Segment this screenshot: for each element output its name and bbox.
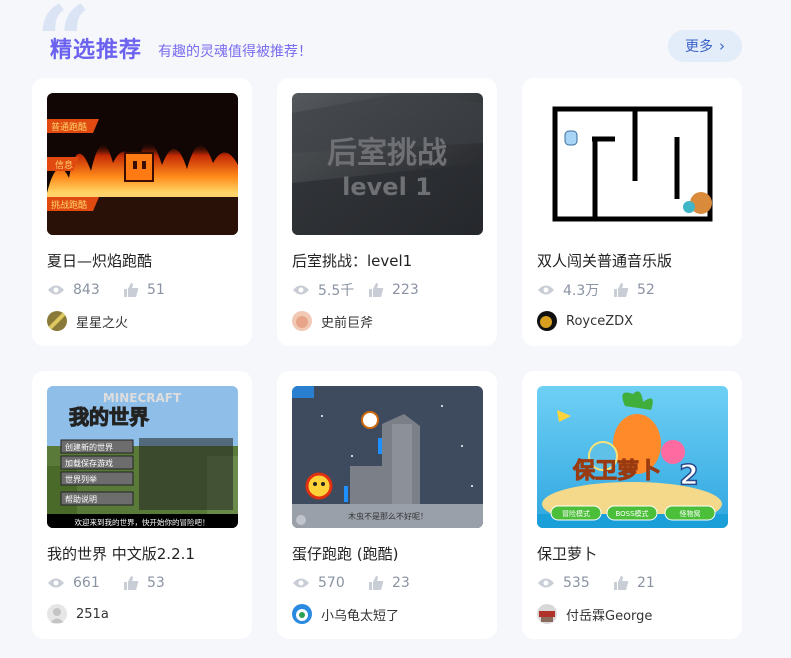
project-title[interactable]: 夏日—炽焰跑酷 [47, 250, 242, 271]
thumb-label: BOSS模式 [615, 509, 648, 518]
project-stats: 4.3万 52 [537, 280, 655, 300]
author-name[interactable]: RoyceZDX [566, 314, 633, 329]
project-title[interactable]: 双人闯关普通音乐版 [537, 250, 732, 271]
thumbs-up-icon [124, 576, 139, 590]
likes-count: 51 [147, 282, 165, 298]
more-button-label: 更多 [685, 39, 713, 55]
author-name[interactable]: 史前巨斧 [321, 312, 373, 331]
thumbs-up-icon [614, 283, 629, 297]
project-title[interactable]: 保卫萝卜 [537, 543, 732, 564]
project-card[interactable]: MINECRAFT 我的世界 创建新的世界 加载保存游戏 世界列举 帮助说明 欢… [32, 371, 252, 639]
thumb-label: 信息 [55, 159, 73, 171]
views-count: 5.5千 [318, 283, 355, 299]
likes-count: 52 [637, 282, 655, 298]
likes-count: 21 [637, 575, 655, 591]
project-title[interactable]: 后室挑战：level1 [292, 250, 487, 271]
thumb-label: 欢迎来到我的世界，快开始你的冒险吧！ [75, 517, 210, 527]
section-header: “ 精选推荐 有趣的灵魂值得被推荐！ 更多 › [0, 0, 791, 90]
views-count: 535 [563, 575, 590, 591]
project-thumbnail[interactable]: 保卫萝卜 2 冒险模式 BOSS模式 怪物窝 [537, 386, 728, 528]
author-name[interactable]: 付岳霖George [566, 605, 652, 624]
thumbs-up-icon [614, 576, 629, 590]
project-card[interactable]: 保卫萝卜 2 冒险模式 BOSS模式 怪物窝 保卫萝卜 535 21 付岳霖Ge… [522, 371, 742, 639]
avatar[interactable] [47, 311, 67, 331]
project-card[interactable]: 普通跑酷 信息 挑战跑酷 夏日—炽焰跑酷 843 51 星星之火 [32, 78, 252, 346]
project-thumbnail[interactable] [537, 93, 728, 235]
views-count: 4.3万 [563, 283, 600, 299]
avatar[interactable] [292, 311, 312, 331]
avatar[interactable] [537, 311, 557, 331]
author-name[interactable]: 星星之火 [76, 312, 128, 331]
likes-count: 53 [147, 575, 165, 591]
project-thumbnail[interactable]: 普通跑酷 信息 挑战跑酷 [47, 93, 238, 235]
likes-count: 223 [392, 282, 419, 298]
thumb-label: 挑战跑酷 [51, 199, 87, 211]
project-card[interactable]: 后室挑战 level 1 后室挑战：level1 5.5千 223 史前巨斧 [277, 78, 497, 346]
thumb-label: 2 [679, 458, 698, 491]
section-subtitle: 有趣的灵魂值得被推荐！ [158, 44, 312, 60]
avatar[interactable] [537, 604, 557, 624]
likes-count: 23 [392, 575, 410, 591]
project-title[interactable]: 我的世界 中文版2.2.1 [47, 543, 242, 564]
chevron-right-icon: › [719, 37, 725, 55]
thumb-label: 世界列举 [65, 474, 97, 484]
thumbs-up-icon [369, 576, 384, 590]
project-stats: 5.5千 223 [292, 280, 419, 300]
thumb-label: 我的世界 [69, 405, 149, 429]
thumb-label: level 1 [342, 173, 432, 201]
thumb-label: 创建新的世界 [65, 442, 113, 452]
thumb-label: 后室挑战 [327, 136, 447, 171]
thumb-label: 冒险模式 [562, 509, 590, 518]
project-stats: 661 53 [47, 573, 165, 593]
project-thumbnail[interactable]: 木虫不是那么不好呢！ [292, 386, 483, 528]
project-author[interactable]: 251a [47, 604, 109, 624]
thumbs-up-icon [124, 283, 139, 297]
eye-icon [538, 285, 554, 295]
thumb-label: MINECRAFT [103, 391, 182, 405]
thumb-label: 怪物窝 [680, 509, 701, 518]
project-author[interactable]: 星星之火 [47, 311, 128, 331]
thumb-label: 帮助说明 [65, 494, 97, 504]
project-stats: 843 51 [47, 280, 165, 300]
views-count: 843 [73, 282, 100, 298]
avatar[interactable] [47, 604, 67, 624]
eye-icon [48, 285, 64, 295]
thumbs-up-icon [369, 283, 384, 297]
views-count: 661 [73, 575, 100, 591]
eye-icon [48, 578, 64, 588]
project-author[interactable]: 小乌龟太短了 [292, 604, 399, 624]
thumb-label: 普通跑酷 [51, 121, 87, 133]
section-title: 精选推荐 [50, 38, 143, 63]
project-card[interactable]: 双人闯关普通音乐版 4.3万 52 RoyceZDX [522, 78, 742, 346]
thumb-label: 木虫不是那么不好呢！ [348, 511, 428, 521]
thumb-label: 保卫萝卜 [572, 458, 661, 484]
more-button[interactable]: 更多 › [668, 30, 742, 62]
project-thumbnail[interactable]: 后室挑战 level 1 [292, 93, 483, 235]
project-author[interactable]: RoyceZDX [537, 311, 633, 331]
thumb-label: 加载保存游戏 [65, 458, 113, 468]
eye-icon [538, 578, 554, 588]
project-card[interactable]: 木虫不是那么不好呢！ 蛋仔跑跑 (跑酷) 570 23 小乌龟太短了 [277, 371, 497, 639]
views-count: 570 [318, 575, 345, 591]
project-author[interactable]: 付岳霖George [537, 604, 652, 624]
project-title[interactable]: 蛋仔跑跑 (跑酷) [292, 543, 487, 564]
eye-icon [293, 578, 309, 588]
project-author[interactable]: 史前巨斧 [292, 311, 373, 331]
project-stats: 570 23 [292, 573, 410, 593]
project-stats: 535 21 [537, 573, 655, 593]
author-name[interactable]: 251a [76, 607, 109, 622]
avatar[interactable] [292, 604, 312, 624]
eye-icon [293, 285, 309, 295]
author-name[interactable]: 小乌龟太短了 [321, 605, 399, 624]
project-thumbnail[interactable]: MINECRAFT 我的世界 创建新的世界 加载保存游戏 世界列举 帮助说明 欢… [47, 386, 238, 528]
